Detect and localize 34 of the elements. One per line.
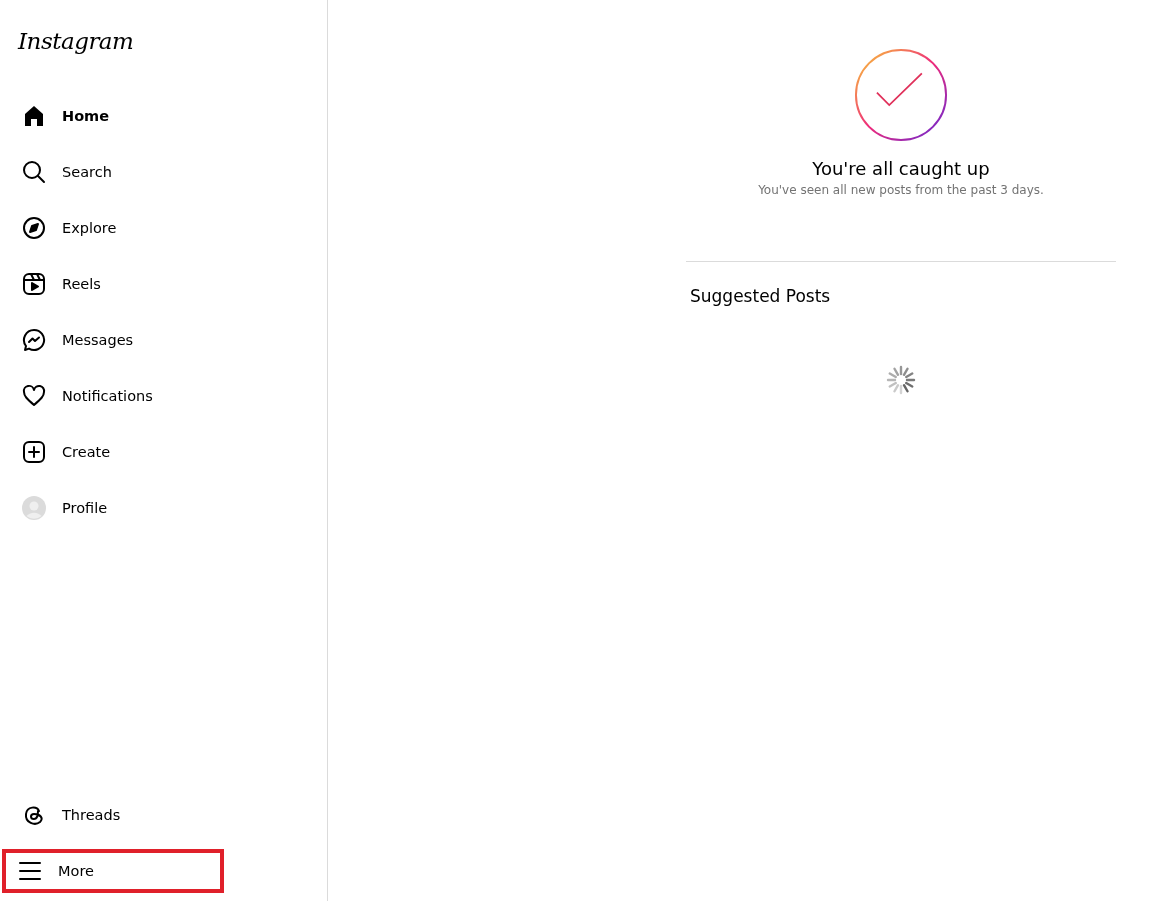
chat-bubble-icon bbox=[22, 328, 46, 352]
nav-item[interactable]: Notifications bbox=[2, 368, 224, 424]
plus-square-icon bbox=[22, 440, 46, 464]
nav-label: Home bbox=[62, 108, 110, 124]
nav-label: Notifications bbox=[62, 388, 153, 404]
nav-item[interactable]: Profile bbox=[2, 480, 224, 536]
nav-label: Create bbox=[62, 444, 111, 460]
nav-item[interactable]: Home bbox=[2, 88, 224, 144]
nav-item[interactable]: Messages bbox=[2, 312, 224, 368]
section-heading: Suggested Posts bbox=[690, 286, 832, 306]
avatar-icon bbox=[22, 496, 46, 520]
video-reel-icon bbox=[22, 272, 46, 296]
nav-label: Reels bbox=[62, 276, 101, 292]
nav-label: Search bbox=[62, 164, 112, 180]
menu-icon bbox=[18, 859, 42, 883]
nav-item[interactable]: Reels bbox=[2, 256, 224, 312]
nav-item[interactable]: More bbox=[2, 849, 224, 893]
nav-item[interactable]: Threads bbox=[2, 787, 224, 843]
nav-item[interactable]: Create bbox=[2, 424, 224, 480]
checkmark-circle-icon bbox=[854, 48, 948, 142]
heart-icon bbox=[22, 384, 46, 408]
nav-label: Messages bbox=[62, 332, 134, 348]
nav-item[interactable]: Search bbox=[2, 144, 224, 200]
nav-label: More bbox=[58, 863, 94, 879]
caught-up-subtitle: You've seen all new posts from the past 3 days. bbox=[758, 183, 1044, 197]
search-icon bbox=[22, 160, 46, 184]
nav-label: Profile bbox=[62, 500, 108, 516]
caught-up-title: You're all caught up bbox=[812, 158, 990, 179]
instagram-logo[interactable]: Instagram bbox=[18, 28, 134, 54]
compass-icon bbox=[22, 216, 46, 240]
nav-label: Threads bbox=[62, 807, 121, 823]
nav-item[interactable]: Explore bbox=[2, 200, 224, 256]
nav-label: Explore bbox=[62, 220, 117, 236]
home-icon bbox=[22, 104, 46, 128]
